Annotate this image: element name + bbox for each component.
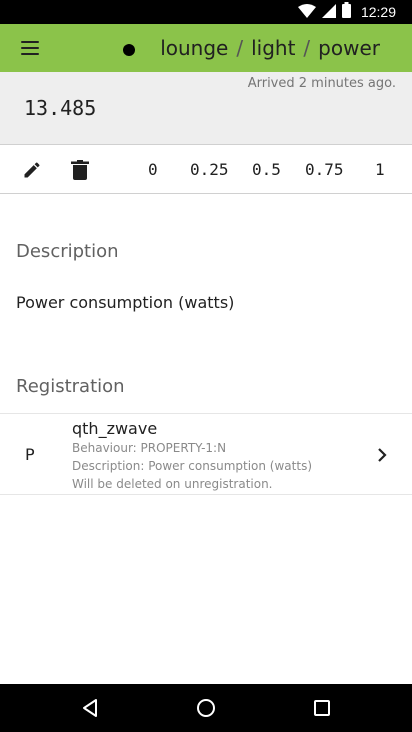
registration-client-name: qth_zwave: [72, 419, 158, 438]
status-time: 12:29: [360, 4, 396, 20]
value-toolbar: 0 0.25 0.5 0.75 1: [0, 144, 412, 194]
signal-icon: [321, 3, 336, 22]
registration-type-letter: P: [25, 445, 35, 464]
arrived-timestamp: Arrived 2 minutes ago.: [247, 76, 396, 91]
trash-icon: [71, 160, 89, 180]
edit-button[interactable]: [20, 158, 44, 182]
hamburger-menu-icon: [21, 41, 39, 55]
registration-description: Description: Power consumption (watts): [72, 459, 312, 473]
delete-button[interactable]: [68, 158, 92, 182]
registration-list-item[interactable]: P qth_zwave Behaviour: PROPERTY-1:N Desc…: [0, 413, 412, 495]
home-circle-icon: [197, 699, 215, 717]
current-value: 13.485: [24, 96, 97, 120]
system-nav-bar: [0, 684, 412, 732]
scale-label-0: 0: [148, 160, 158, 179]
battery-icon: [341, 2, 351, 22]
scale-label-1: 1: [375, 160, 385, 179]
registration-behaviour: Behaviour: PROPERTY-1:N: [72, 441, 227, 455]
value-panel: Arrived 2 minutes ago. 13.485: [0, 72, 412, 144]
scale-label-0-5: 0.5: [252, 160, 281, 179]
breadcrumb: lounge / light / power: [160, 24, 380, 72]
app-bar: lounge / light / power: [0, 24, 412, 72]
breadcrumb-item-light[interactable]: light: [251, 36, 295, 60]
back-button[interactable]: [60, 684, 120, 732]
recents-square-icon: [314, 700, 330, 716]
status-bar: 12:29: [0, 0, 412, 24]
pencil-icon: [24, 162, 40, 178]
scale-label-0-25: 0.25: [190, 160, 229, 179]
live-indicator-dot-icon: [123, 44, 135, 56]
wifi-icon: [297, 3, 316, 22]
description-text: Power consumption (watts): [16, 293, 235, 312]
status-icons: 12:29: [297, 0, 396, 24]
breadcrumb-separator: /: [303, 36, 311, 60]
menu-button[interactable]: [21, 24, 65, 72]
registration-note: Will be deleted on unregistration.: [72, 477, 273, 491]
breadcrumb-item-lounge[interactable]: lounge: [160, 36, 228, 60]
back-triangle-icon: [83, 699, 97, 717]
breadcrumb-separator: /: [236, 36, 244, 60]
registration-heading: Registration: [16, 376, 125, 397]
description-heading: Description: [16, 241, 119, 262]
recents-button[interactable]: [292, 684, 352, 732]
home-button[interactable]: [176, 684, 236, 732]
scale-label-0-75: 0.75: [305, 160, 344, 179]
breadcrumb-item-power[interactable]: power: [318, 36, 380, 60]
chevron-right-icon[interactable]: [374, 445, 390, 465]
